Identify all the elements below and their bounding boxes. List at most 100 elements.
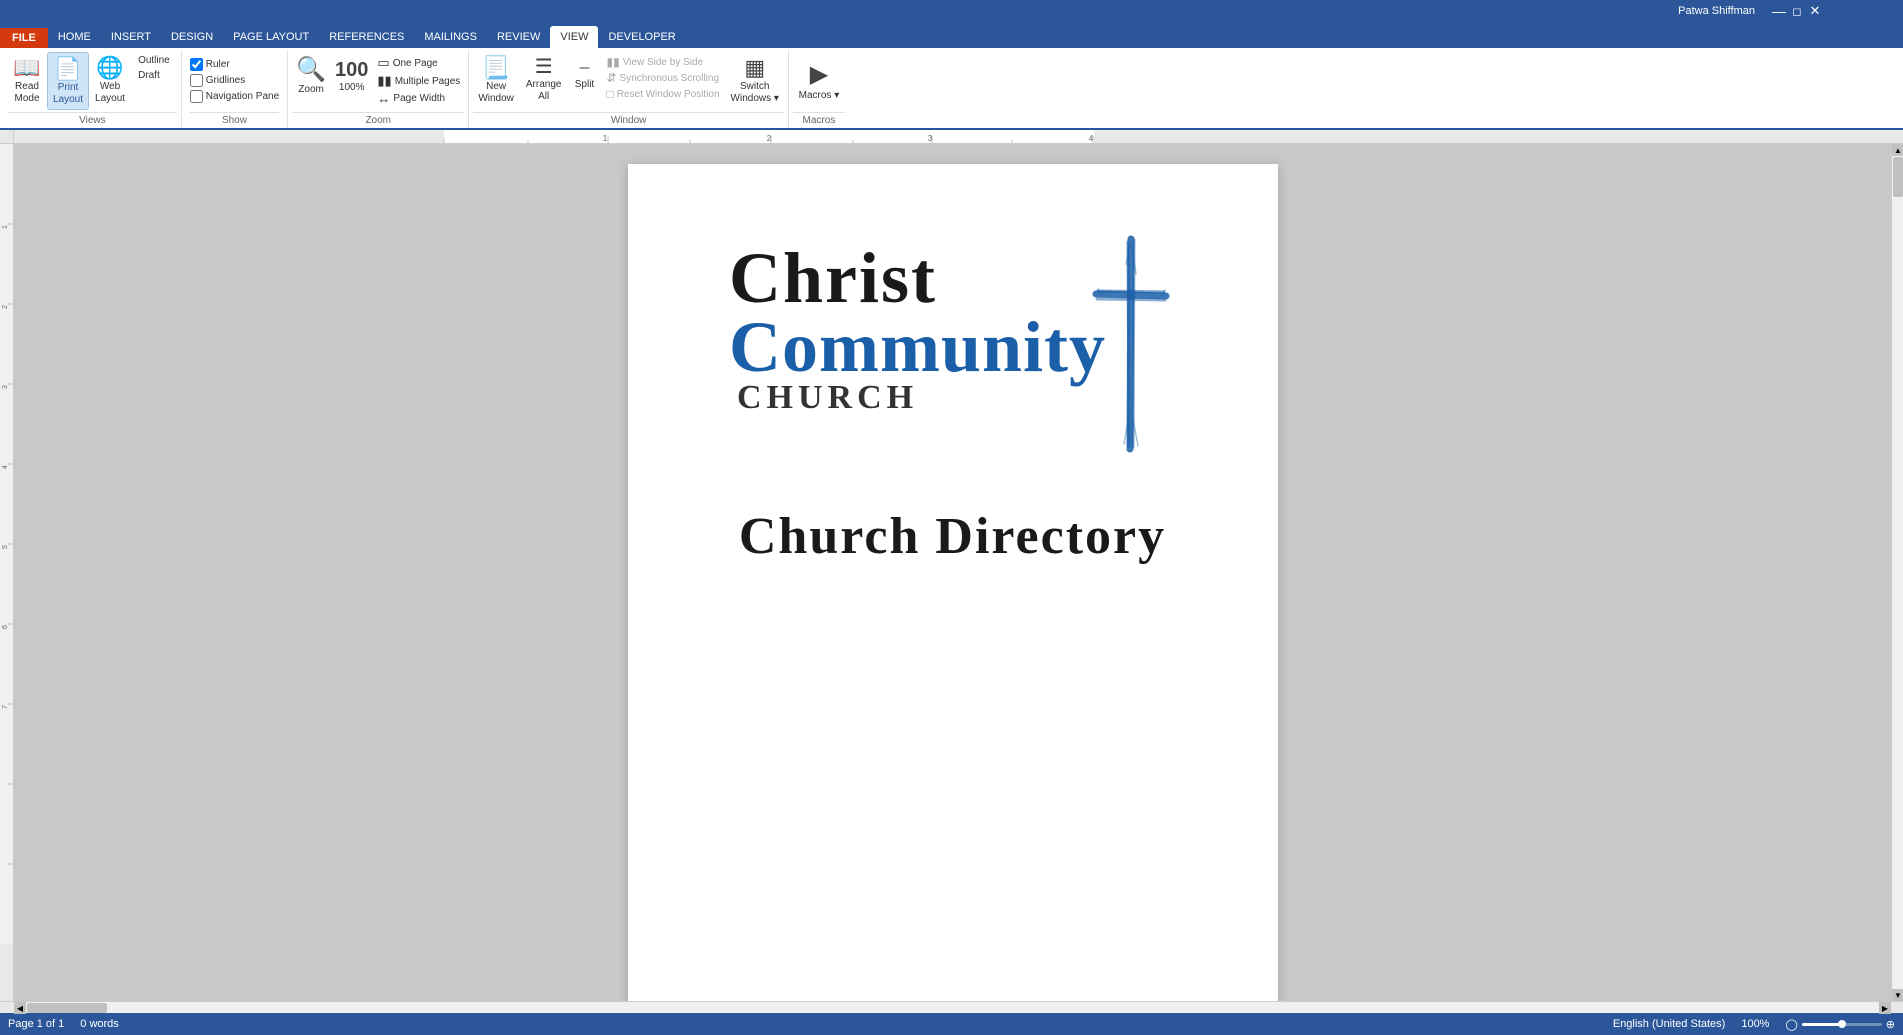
title-bar-user: Patwa Shiffman	[1678, 5, 1755, 17]
svg-text:3: 3	[928, 134, 933, 143]
print-layout-button[interactable]: 📄 Print Layout	[47, 52, 89, 110]
close-button[interactable]: ✕	[1807, 3, 1823, 19]
scroll-left-button[interactable]: ◀	[14, 1002, 26, 1014]
zoom-increase-button[interactable]: ⊕	[1886, 1018, 1895, 1031]
zoom-slider[interactable]	[1802, 1023, 1882, 1026]
macros-button[interactable]: ▶ Macros ▾	[793, 58, 845, 105]
minimize-button[interactable]: —	[1771, 3, 1787, 19]
ruler-h-svg: 1 2 3 4	[14, 130, 1891, 143]
svg-text:7: 7	[2, 705, 9, 709]
h-scroll-left-corner	[0, 1002, 14, 1013]
show-group: Ruler Gridlines Navigation Pane Show	[182, 50, 288, 128]
zoom-button[interactable]: 🔍 Zoom	[292, 52, 330, 98]
tab-file[interactable]: FILE	[0, 28, 48, 48]
new-window-label: New Window	[478, 81, 514, 105]
print-layout-icon: 📄	[54, 56, 81, 82]
tab-references[interactable]: REFERENCES	[319, 26, 414, 48]
zoom-slider-thumb[interactable]	[1838, 1020, 1846, 1028]
new-window-button[interactable]: 📃 New Window	[473, 52, 519, 108]
switch-windows-icon: ▦	[744, 55, 765, 81]
tab-view[interactable]: VIEW	[550, 26, 598, 48]
tab-mailings[interactable]: MAILINGS	[414, 26, 487, 48]
ruler-checkbox-label[interactable]: Ruler	[190, 58, 279, 71]
scroll-right-button[interactable]: ▶	[1879, 1002, 1891, 1014]
ruler-corner	[0, 130, 14, 143]
scrollbar-vertical[interactable]: ▲ ▼	[1891, 144, 1903, 1001]
synchronous-scrolling-button[interactable]: ⇵ Synchronous Scrolling	[606, 71, 719, 85]
scroll-up-button[interactable]: ▲	[1892, 144, 1903, 156]
ruler-v-svg: 1 2 3 4 5 6 7	[0, 144, 14, 1001]
multiple-pages-button[interactable]: ▮▮ Multiple Pages	[377, 73, 460, 89]
tab-page-layout[interactable]: PAGE LAYOUT	[223, 26, 319, 48]
draft-button[interactable]: Draft	[135, 69, 173, 82]
gridlines-checkbox-label[interactable]: Gridlines	[190, 74, 279, 87]
print-layout-label: Print Layout	[53, 82, 83, 106]
status-bar: Page 1 of 1 0 words English (United Stat…	[0, 1013, 1903, 1035]
show-group-label: Show	[190, 112, 279, 128]
cross-symbol	[1086, 234, 1176, 457]
scroll-thumb[interactable]	[1893, 157, 1903, 197]
zoom-level: 100%	[1741, 1018, 1769, 1030]
tab-developer[interactable]: DEVELOPER	[598, 26, 685, 48]
switch-windows-label: SwitchWindows ▾	[731, 81, 779, 105]
split-button[interactable]: ⎯ Split	[568, 52, 600, 94]
macros-group-label: Macros	[793, 112, 845, 128]
ruler-checkbox[interactable]	[190, 58, 203, 71]
zoom-100-button[interactable]: 100 100%	[331, 52, 372, 96]
tab-insert[interactable]: INSERT	[101, 26, 161, 48]
svg-text:6: 6	[2, 625, 9, 629]
switch-windows-button[interactable]: ▦ SwitchWindows ▾	[726, 52, 784, 108]
split-label: Split	[575, 79, 594, 91]
view-side-by-side-button[interactable]: ▮▮ View Side by Side	[606, 55, 719, 69]
svg-text:1: 1	[603, 134, 608, 143]
community-text: Communit y	[729, 313, 1106, 381]
svg-text:5: 5	[2, 545, 9, 549]
tab-home[interactable]: HOME	[48, 26, 101, 48]
arrange-all-label: Arrange All	[526, 79, 562, 103]
zoom-100-icon: 100	[335, 55, 368, 82]
navigation-pane-checkbox-label[interactable]: Navigation Pane	[190, 90, 279, 103]
views-group-label: Views	[8, 112, 177, 128]
page-indicator: Page 1 of 1	[8, 1018, 64, 1030]
christ-text: Christ	[729, 244, 937, 312]
outline-button[interactable]: Outline	[135, 54, 173, 67]
main-area: 1 2 3 4 5 6 7 Christ Communit	[0, 144, 1903, 1001]
arrange-all-button[interactable]: ☰ Arrange All	[521, 52, 567, 106]
svg-text:3: 3	[2, 385, 9, 389]
web-layout-icon: 🌐	[96, 55, 123, 81]
one-page-button[interactable]: ▭ One Page	[377, 55, 460, 71]
gridlines-checkbox[interactable]	[190, 74, 203, 87]
tab-review[interactable]: REVIEW	[487, 26, 550, 48]
views-group: 📖 Read Mode 📄 Print Layout 🌐 Web Layout …	[4, 50, 182, 128]
svg-text:4: 4	[2, 465, 9, 469]
zoom-controls[interactable]: ◯ ⊕	[1785, 1018, 1895, 1031]
zoom-icon: 🔍	[296, 55, 326, 84]
document-area[interactable]: Christ Communit y CHURCH	[14, 144, 1891, 1001]
scrollbar-corner	[1891, 130, 1903, 143]
new-window-icon: 📃	[482, 55, 509, 81]
macros-icon: ▶	[810, 61, 828, 90]
document-page: Christ Communit y CHURCH	[628, 164, 1278, 1001]
svg-text:4: 4	[1089, 134, 1094, 143]
read-mode-button[interactable]: 📖 Read Mode	[8, 52, 46, 108]
page-width-button[interactable]: ↔ Page Width	[377, 91, 460, 106]
web-layout-button[interactable]: 🌐 Web Layout	[90, 52, 130, 108]
read-mode-icon: 📖	[13, 55, 40, 81]
arrange-all-icon: ☰	[535, 55, 553, 79]
word-count: 0 words	[80, 1018, 119, 1030]
window-group-label: Window	[473, 112, 784, 128]
tab-design[interactable]: DESIGN	[161, 26, 223, 48]
navigation-pane-checkbox[interactable]	[190, 90, 203, 103]
directory-title: Church Directory	[739, 507, 1166, 566]
split-icon: ⎯	[579, 55, 589, 79]
h-scroll-right-corner	[1891, 1002, 1903, 1013]
reset-window-position-button[interactable]: □ Reset Window Position	[606, 87, 719, 101]
svg-text:2: 2	[2, 305, 9, 309]
zoom-group: 🔍 Zoom 100 100% ▭ One Page ▮▮ Multiple P…	[288, 50, 469, 128]
scroll-down-button[interactable]: ▼	[1892, 989, 1903, 1001]
church-label-text: CHURCH	[729, 379, 918, 417]
restore-button[interactable]: ◻	[1789, 3, 1805, 19]
zoom-decrease-button[interactable]: ◯	[1785, 1018, 1797, 1031]
zoom-label: Zoom	[298, 84, 324, 95]
svg-text:1: 1	[2, 225, 9, 229]
